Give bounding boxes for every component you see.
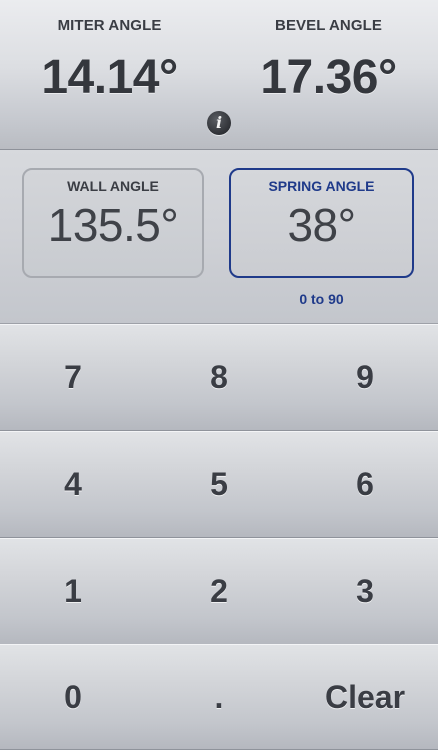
key-3-button[interactable]: 3 bbox=[292, 539, 438, 644]
spring-angle-range: 0 to 90 bbox=[299, 291, 344, 307]
key-7-button[interactable]: 7 bbox=[0, 325, 146, 430]
wall-angle-field[interactable]: WALL ANGLE 135.5° bbox=[22, 168, 204, 278]
key-2-button[interactable]: 2 bbox=[146, 539, 292, 644]
miter-angle-value: 14.14° bbox=[41, 51, 178, 104]
keypad-row: 7 8 9 bbox=[0, 324, 438, 431]
keypad-row: 4 5 6 bbox=[0, 431, 438, 538]
spring-angle-field[interactable]: SPRING ANGLE 38° bbox=[229, 168, 414, 278]
wall-angle-value: 135.5° bbox=[47, 199, 179, 251]
key-4-button[interactable]: 4 bbox=[0, 432, 146, 537]
results-panel: MITER ANGLE 14.14° BEVEL ANGLE 17.36° i bbox=[0, 0, 438, 150]
clear-button[interactable]: Clear bbox=[292, 645, 438, 749]
wall-angle-label: WALL ANGLE bbox=[67, 178, 159, 194]
miter-angle-label: MITER ANGLE bbox=[57, 17, 162, 34]
keypad-row: 0 . Clear bbox=[0, 644, 438, 750]
key-6-button[interactable]: 6 bbox=[292, 432, 438, 537]
input-panel: WALL ANGLE 135.5° SPRING ANGLE 38° 0 to … bbox=[0, 150, 438, 324]
app-root: MITER ANGLE 14.14° BEVEL ANGLE 17.36° i … bbox=[0, 0, 438, 750]
key-9-button[interactable]: 9 bbox=[292, 325, 438, 430]
info-icon[interactable]: i bbox=[207, 111, 231, 135]
key-8-button[interactable]: 8 bbox=[146, 325, 292, 430]
decimal-point-button[interactable]: . bbox=[146, 645, 292, 749]
key-1-button[interactable]: 1 bbox=[0, 539, 146, 644]
key-5-button[interactable]: 5 bbox=[146, 432, 292, 537]
key-0-button[interactable]: 0 bbox=[0, 645, 146, 749]
keypad: 7 8 9 4 5 6 1 2 3 0 . Clear bbox=[0, 324, 438, 750]
spring-angle-value: 38° bbox=[287, 199, 356, 251]
keypad-row: 1 2 3 bbox=[0, 538, 438, 645]
spring-angle-label: SPRING ANGLE bbox=[268, 178, 375, 194]
bevel-angle-label: BEVEL ANGLE bbox=[275, 17, 382, 34]
bevel-angle-value: 17.36° bbox=[260, 51, 397, 104]
